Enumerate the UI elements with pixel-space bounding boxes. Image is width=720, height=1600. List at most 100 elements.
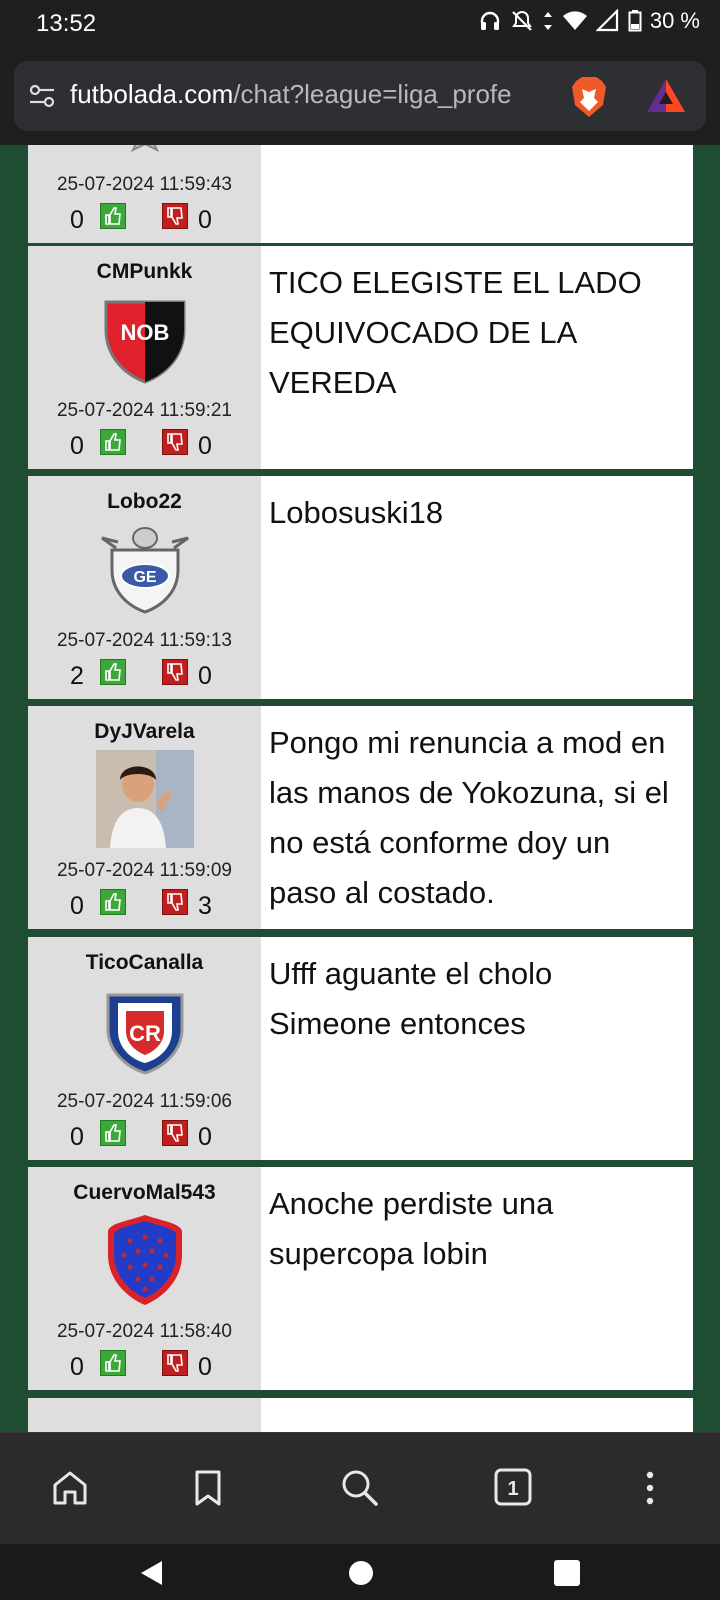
tab-count: 1 xyxy=(507,1478,518,1500)
message-user-panel: CuervoMal543 25-07-2024 11:58:40 0 0 xyxy=(28,1167,261,1390)
site-settings-icon[interactable] xyxy=(28,82,56,110)
like-count: 0 xyxy=(70,206,84,234)
message-text: TICO ELEGISTE EL LADO EQUIVOCADO DE LA V… xyxy=(269,265,642,400)
message-username[interactable]: CuervoMal543 xyxy=(28,1181,261,1205)
message-date: 25-07-2024 11:59:43 xyxy=(56,174,233,195)
battery-percent: 30 % xyxy=(649,8,700,33)
costa-rica-crest-icon: CR xyxy=(106,993,184,1075)
chat-message xyxy=(28,1398,693,1432)
address-bar[interactable]: futbolada.com/chat?league=liga_profe xyxy=(14,61,706,131)
message-text: Lobosuski18 xyxy=(269,495,444,530)
wifi-icon xyxy=(562,11,587,30)
nob-crest-icon: NOB xyxy=(104,300,186,384)
thumbs-up-button[interactable] xyxy=(100,889,126,915)
message-user-panel: TicoCanalla CR 25-07-2024 11:59:06 0 0 xyxy=(28,937,261,1160)
thumbs-up-button[interactable] xyxy=(100,1120,126,1146)
chat-message: DyJVarela 25-07-2024 11:59:09 0 3 Pongo … xyxy=(28,706,693,929)
thumbs-down-button[interactable] xyxy=(162,429,188,455)
like-count: 2 xyxy=(70,662,84,690)
tabs-icon: 1 xyxy=(494,1468,532,1506)
url-text[interactable]: futbolada.com/chat?league=liga_profe xyxy=(70,79,562,110)
thumbs-down-icon xyxy=(167,663,183,681)
chat-message: CuervoMal543 25-07-2024 11:58:40 0 0 Ano… xyxy=(28,1167,693,1390)
like-count: 0 xyxy=(70,432,84,460)
thumbs-up-icon xyxy=(105,433,121,451)
message-username[interactable]: DyJVarela xyxy=(28,720,261,744)
chat-message: CMPunkk NOB 25-07-2024 11:59:21 0 0 TICO… xyxy=(28,246,693,469)
message-user-panel: CMPunkk NOB 25-07-2024 11:59:21 0 0 xyxy=(28,246,261,469)
browser-toolbar: futbolada.com/chat?league=liga_profe xyxy=(0,52,720,145)
thumbs-down-icon xyxy=(167,207,183,225)
tabs-button[interactable]: 1 xyxy=(488,1462,538,1512)
back-icon[interactable] xyxy=(136,1558,166,1588)
message-date: 25-07-2024 11:59:13 xyxy=(56,630,233,651)
thumbs-down-button[interactable] xyxy=(162,1350,188,1376)
thumbs-down-button[interactable] xyxy=(162,203,188,229)
thumbs-down-icon xyxy=(167,1124,183,1142)
message-username[interactable]: CMPunkk xyxy=(28,260,261,284)
brave-shields-icon[interactable] xyxy=(568,75,610,119)
chat-message: 25-07-2024 11:59:43 0 0 xyxy=(28,145,693,243)
message-text: Pongo mi renuncia a mod en las manos de … xyxy=(269,725,669,910)
dislike-count: 0 xyxy=(198,662,212,690)
message-date: 25-07-2024 11:59:21 xyxy=(56,400,233,421)
home-circle-icon[interactable] xyxy=(347,1559,375,1587)
like-count: 0 xyxy=(70,892,84,920)
status-icons: 30 % xyxy=(478,8,700,34)
thumbs-down-icon xyxy=(167,1354,183,1372)
brave-rewards-icon[interactable] xyxy=(644,76,688,116)
search-icon[interactable] xyxy=(335,1463,385,1513)
gimnasia-crest-icon: GE xyxy=(101,527,189,614)
url-host: futbolada.com xyxy=(70,79,234,109)
thumbs-down-button[interactable] xyxy=(162,1120,188,1146)
thumbs-down-button[interactable] xyxy=(162,659,188,685)
thumbs-up-button[interactable] xyxy=(100,1350,126,1376)
thumbs-down-icon xyxy=(167,893,183,911)
status-bar: 13:52 30 % xyxy=(0,0,720,52)
thumbs-up-button[interactable] xyxy=(100,659,126,685)
message-date: 25-07-2024 11:58:40 xyxy=(56,1321,233,1342)
crest-text: CR xyxy=(129,1021,161,1046)
home-icon[interactable] xyxy=(45,1463,95,1513)
signal-icon xyxy=(595,9,618,32)
message-user-panel xyxy=(28,1398,261,1432)
message-user-panel: Lobo22 GE 25-07-2024 11:59:13 2 0 xyxy=(28,476,261,699)
message-date: 25-07-2024 11:59:09 xyxy=(56,860,233,881)
browser-bottom-bar: 1 xyxy=(0,1432,720,1544)
thumbs-down-icon xyxy=(167,433,183,451)
message-text: Anoche perdiste una supercopa lobin xyxy=(269,1186,554,1271)
crest-avatar xyxy=(130,145,160,153)
san-lorenzo-crest-icon xyxy=(108,1215,182,1305)
status-time: 13:52 xyxy=(36,10,97,37)
more-menu-icon[interactable] xyxy=(625,1463,675,1513)
like-count: 0 xyxy=(70,1123,84,1151)
thumbs-down-button[interactable] xyxy=(162,889,188,915)
thumbs-up-icon xyxy=(105,1354,121,1372)
dislike-count: 0 xyxy=(198,432,212,460)
url-path: /chat?league=liga_profe xyxy=(233,79,512,109)
thumbs-up-icon xyxy=(105,893,121,911)
chat-message: Lobo22 GE 25-07-2024 11:59:13 2 0 Lobosu… xyxy=(28,476,693,699)
bookmark-icon[interactable] xyxy=(183,1463,233,1513)
thumbs-up-icon xyxy=(105,663,121,681)
data-transfer-icon xyxy=(543,12,552,30)
message-text: Ufff aguante el cholo Simeone entonces xyxy=(269,956,553,1041)
thumbs-up-icon xyxy=(105,1124,121,1142)
user-photo-avatar xyxy=(96,750,194,848)
recents-icon[interactable] xyxy=(553,1559,581,1587)
thumbs-up-button[interactable] xyxy=(100,429,126,455)
dislike-count: 3 xyxy=(198,892,212,920)
headphones-icon xyxy=(480,11,500,30)
message-username[interactable]: TicoCanalla xyxy=(28,951,261,975)
crest-text: GE xyxy=(133,569,156,586)
like-count: 0 xyxy=(70,1353,84,1381)
thumbs-up-button[interactable] xyxy=(100,203,126,229)
message-date: 25-07-2024 11:59:06 xyxy=(56,1091,233,1112)
crest-text: NOB xyxy=(121,320,170,345)
notifications-off-icon xyxy=(511,10,532,31)
system-navigation-bar xyxy=(0,1544,720,1600)
chat-page[interactable]: 25-07-2024 11:59:43 0 0 CMPunkk NOB 25-0… xyxy=(0,145,720,1432)
thumbs-up-icon xyxy=(105,207,121,225)
message-username[interactable]: Lobo22 xyxy=(28,490,261,514)
message-user-panel: 25-07-2024 11:59:43 0 0 xyxy=(28,145,261,243)
